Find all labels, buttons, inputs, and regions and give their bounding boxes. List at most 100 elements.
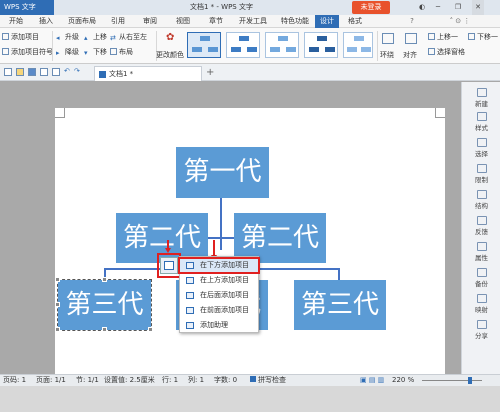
sidebar-item-style[interactable]: 样式 [462, 112, 500, 132]
resize-handle[interactable] [148, 327, 153, 332]
minimize-icon[interactable]: ─ [432, 0, 444, 15]
select-pane-icon [428, 48, 435, 55]
sidebar-item-properties[interactable]: 属性 [462, 242, 500, 262]
style-option-2[interactable] [226, 32, 260, 58]
rtl-button[interactable]: ⇄ 从右至左 [110, 32, 147, 42]
app-menu-button[interactable]: WPS 文字 [0, 0, 54, 15]
restore-icon[interactable]: ❐ [452, 0, 464, 15]
resize-handle[interactable] [55, 327, 60, 332]
move-down-button[interactable]: ▾ 下移 [84, 47, 107, 57]
tab-insert[interactable]: 插入 [34, 15, 58, 28]
connector-line [338, 268, 340, 280]
sidebar-item-structure[interactable]: 结构 [462, 190, 500, 210]
print-icon[interactable] [40, 68, 48, 76]
tab-section[interactable]: 章节 [204, 15, 228, 28]
tab-page-layout[interactable]: 页面布局 [63, 15, 101, 28]
status-bar: 页码: 1 页面: 1/1 节: 1/1 设置值: 2.5厘米 行: 1 列: … [0, 374, 500, 386]
arrow-up-icon: ▴ [84, 34, 88, 42]
resize-handle[interactable] [102, 277, 107, 282]
add-item-icon [2, 33, 9, 40]
menu-item-add-above[interactable]: 在上方添加项目 [180, 274, 258, 287]
divider [52, 31, 53, 61]
tab-developer[interactable]: 开发工具 [234, 15, 272, 28]
node-gen3-right[interactable]: 第三代 [294, 280, 386, 330]
select-pane-button[interactable]: 选择窗格 [428, 47, 465, 57]
ribbon-controls[interactable]: ˄ ⊙ ⋮ [430, 15, 490, 28]
menu-item-add-after[interactable]: 在后面添加项目 [180, 289, 258, 302]
right-sidebar: 新建 样式 选择 限制 结构 反馈 属性 备份 映射 分享 [461, 82, 500, 374]
arrow-right-icon: ▸ [56, 49, 60, 57]
sidebar-item-new[interactable]: 新建 [462, 88, 500, 108]
connector-line [220, 198, 222, 250]
add-item-menu: 在下方添加项目 在上方添加项目 在后面添加项目 在前面添加项目 添加助理 [178, 256, 260, 333]
promote-button[interactable]: ◂ 升级 [56, 32, 79, 42]
sidebar-item-feedback[interactable]: 反馈 [462, 216, 500, 236]
style-option-4[interactable] [304, 32, 338, 58]
add-item-button[interactable]: 添加项目 [2, 32, 39, 42]
map-icon [476, 294, 487, 303]
tab-review[interactable]: 审阅 [138, 15, 162, 28]
resize-handle[interactable] [55, 302, 60, 307]
sidebar-item-backup[interactable]: 备份 [462, 268, 500, 288]
tab-document[interactable]: 文档1 * [94, 66, 202, 81]
palette-icon[interactable]: ✿ [166, 32, 176, 43]
help-icon[interactable]: ? [400, 15, 424, 28]
close-icon[interactable]: ✕ [472, 0, 484, 15]
demote-button[interactable]: ▸ 降级 [56, 47, 79, 57]
menu-item-add-before[interactable]: 在前面添加项目 [180, 304, 258, 317]
crop-mark [55, 108, 65, 118]
tab-start[interactable]: 开始 [3, 15, 29, 28]
tab-features[interactable]: 特色功能 [276, 15, 314, 28]
tab-references[interactable]: 引用 [106, 15, 130, 28]
zoom-thumb[interactable] [468, 377, 472, 384]
align-button[interactable]: 对齐 [403, 50, 417, 60]
spell-check-toggle[interactable]: 拼写检查 [250, 375, 286, 386]
style-option-5[interactable] [343, 32, 373, 58]
node-gen1[interactable]: 第一代 [176, 147, 269, 198]
connector-line [207, 237, 235, 239]
view-mode-icons[interactable]: ▣ ▤ ▥ [360, 375, 384, 386]
zoom-level[interactable]: 220 % [392, 375, 414, 386]
change-color-button[interactable]: 更改颜色 [156, 50, 184, 60]
login-button[interactable]: 未登录 [352, 1, 390, 14]
preview-icon[interactable] [52, 68, 60, 76]
save-icon[interactable] [28, 68, 36, 76]
add-bullet-button[interactable]: 添加项目符号 [2, 47, 53, 57]
skin-icon[interactable]: ◐ [416, 0, 428, 15]
resize-handle[interactable] [55, 277, 60, 282]
sidebar-item-map[interactable]: 映射 [462, 294, 500, 314]
zoom-slider[interactable] [422, 380, 482, 381]
redo-icon[interactable]: ↷ [74, 67, 80, 75]
style-option-1[interactable] [187, 32, 221, 58]
style-option-3[interactable] [265, 32, 299, 58]
open-icon[interactable] [16, 68, 24, 76]
menu-item-add-below[interactable]: 在下方添加项目 [178, 257, 260, 274]
new-icon[interactable] [4, 68, 12, 76]
layout-button[interactable]: 布局 [110, 47, 133, 57]
arrow-down-icon: ▾ [84, 49, 88, 57]
wrap-button[interactable]: 环绕 [380, 50, 394, 60]
tab-view[interactable]: 视图 [171, 15, 195, 28]
swap-icon: ⇄ [110, 34, 116, 42]
tab-format[interactable]: 格式 [343, 15, 367, 28]
move-up-button[interactable]: ▴ 上移 [84, 32, 107, 42]
divider [377, 31, 378, 61]
bring-forward-button[interactable]: 上移一 [428, 32, 458, 42]
new-tab-button[interactable]: + [206, 66, 216, 80]
sidebar-item-restrict[interactable]: 限制 [462, 164, 500, 184]
node-gen3-left[interactable]: 第三代 [57, 279, 152, 331]
share-icon [476, 320, 487, 329]
check-icon [250, 376, 256, 382]
footer-strip [0, 386, 500, 412]
align-icon [405, 33, 417, 44]
tab-design[interactable]: 设计 [315, 15, 339, 28]
send-backward-button[interactable]: 下移一 [468, 32, 498, 42]
crop-mark [435, 108, 445, 118]
sidebar-item-select[interactable]: 选择 [462, 138, 500, 158]
undo-icon[interactable]: ↶ [64, 67, 70, 75]
resize-handle[interactable] [102, 327, 107, 332]
layout-icon [110, 48, 117, 55]
menu-item-add-assistant[interactable]: 添加助理 [180, 319, 258, 332]
sidebar-item-share[interactable]: 分享 [462, 320, 500, 340]
status-pages: 页面: 1/1 [36, 376, 66, 384]
